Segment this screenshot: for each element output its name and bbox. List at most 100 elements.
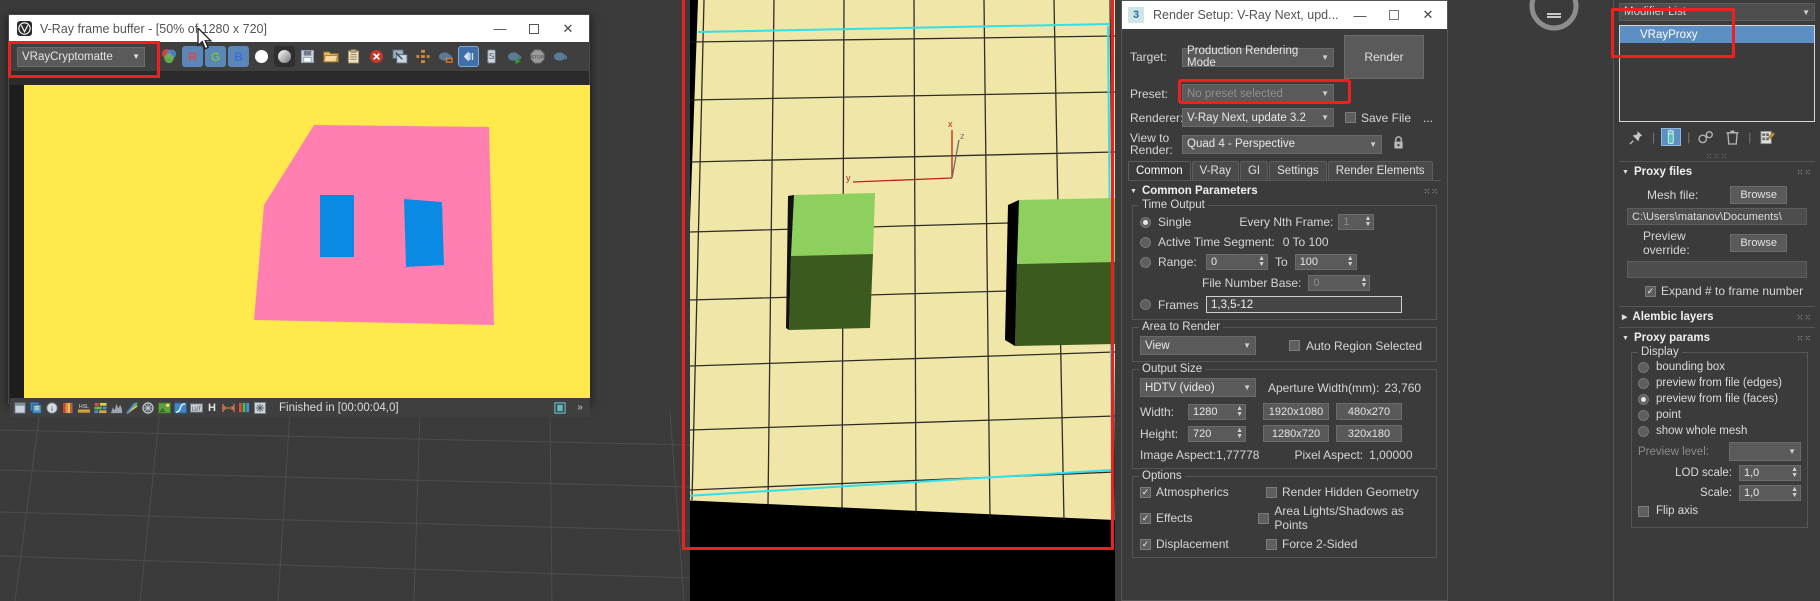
hue-icon[interactable]: H xyxy=(205,401,219,415)
preset-dropdown[interactable]: No preset selected ▼ xyxy=(1182,84,1334,103)
flip-axis-checkbox[interactable]: ✓ xyxy=(1638,505,1649,517)
chevron-double-down-icon[interactable]: » xyxy=(573,401,587,415)
display-option-show-whole-mesh[interactable]: show whole mesh xyxy=(1638,425,1801,437)
duplicate-window-icon[interactable] xyxy=(389,46,410,67)
curve-icon[interactable] xyxy=(109,401,123,415)
tab-gi[interactable]: GI xyxy=(1239,161,1269,180)
rollout-grip-icon[interactable]: ⁙⁙ xyxy=(1797,313,1812,322)
display-option-preview-edges[interactable]: preview from file (edges) xyxy=(1638,377,1801,389)
preview-faces-radio[interactable] xyxy=(1638,393,1649,405)
command-panel[interactable]: Modifier List ▼ VRayProxy | | | ⁙⁙⁙ ▼ Pr… xyxy=(1613,0,1820,601)
vfb-image-canvas[interactable] xyxy=(10,85,590,398)
active-time-segment-radio[interactable] xyxy=(1140,236,1151,248)
modifier-stack[interactable]: VRayProxy xyxy=(1619,25,1815,122)
proxy-params-header[interactable]: ▼ Proxy params ⁙⁙ xyxy=(1619,327,1815,348)
modifier-stack-toolbar[interactable]: | | | xyxy=(1614,122,1820,152)
render-setup-maximize-button[interactable] xyxy=(1377,2,1411,28)
modifier-stack-item-vrayproxy[interactable]: VRayProxy xyxy=(1620,26,1814,43)
render-hidden-geometry-checkbox[interactable]: ✓ xyxy=(1266,486,1277,498)
height-spinner[interactable]: 720 ▲ ▼ xyxy=(1188,425,1246,442)
displacement-checkbox[interactable]: ✓ xyxy=(1140,538,1151,550)
vfb-statusbar[interactable]: i HSL LUT H Finished in [00:00:04,0] » xyxy=(10,398,590,417)
render-setup-close-button[interactable]: ✕ xyxy=(1411,2,1445,28)
width-spinner[interactable]: 1280 ▲ ▼ xyxy=(1188,403,1246,420)
layers-icon[interactable] xyxy=(13,401,27,415)
display-option-preview-faces[interactable]: preview from file (faces) xyxy=(1638,393,1801,405)
renderer-dropdown[interactable]: V-Ray Next, update 3.2 ▼ xyxy=(1182,108,1334,127)
area-to-render-dropdown[interactable]: View ▼ xyxy=(1140,336,1256,355)
red-channel-icon[interactable]: R xyxy=(182,46,203,67)
copy-clipboard-icon[interactable] xyxy=(343,46,364,67)
make-unique-icon[interactable] xyxy=(1696,128,1716,146)
open-image-icon[interactable] xyxy=(320,46,341,67)
rgb-color-icon[interactable] xyxy=(159,46,180,67)
render-setup-minimize-button[interactable]: — xyxy=(1343,2,1377,28)
alpha-grey-icon[interactable] xyxy=(274,46,295,67)
clear-image-icon[interactable] xyxy=(366,46,387,67)
tab-settings[interactable]: Settings xyxy=(1269,161,1327,180)
frames-radio[interactable] xyxy=(1140,299,1151,310)
preset-320x180-button[interactable]: 320x180 xyxy=(1336,425,1402,442)
common-parameters-header[interactable]: ▼ Common Parameters ⁙⁙ xyxy=(1128,181,1441,201)
remove-modifier-icon[interactable] xyxy=(1722,128,1742,146)
render-setup-titlebar[interactable]: 3 Render Setup: V-Ray Next, upd... — ✕ xyxy=(1122,1,1447,29)
preset-1920x1080-button[interactable]: 1920x1080 xyxy=(1263,403,1329,420)
rollout-grip-icon[interactable]: ⁙⁙ xyxy=(1797,334,1812,343)
info-icon[interactable]: i xyxy=(45,401,59,415)
force-2-sided-checkbox[interactable]: ✓ xyxy=(1266,538,1277,550)
render-button[interactable]: Render xyxy=(1344,35,1424,79)
rgb-bars-icon[interactable] xyxy=(237,401,251,415)
filmic-curve-icon[interactable] xyxy=(173,401,187,415)
every-nth-frame-spinner[interactable]: 1 ▲ ▼ xyxy=(1338,214,1375,230)
point-radio[interactable] xyxy=(1638,409,1649,421)
teapot-play-icon[interactable] xyxy=(504,46,525,67)
area-lights-shadows-checkbox[interactable]: ✓ xyxy=(1258,512,1270,524)
rollout-grip-icon[interactable]: ⁙⁙ xyxy=(1424,187,1439,196)
vfb-toolbar[interactable]: VRayCryptomatte ▼ R G B S STOP xyxy=(9,42,589,71)
display-option-bounding-box[interactable]: bounding box xyxy=(1638,361,1801,373)
hsl-icon[interactable]: HSL xyxy=(77,401,91,415)
range-to-spinner[interactable]: 100 ▲ ▼ xyxy=(1294,254,1357,270)
vray-frame-buffer-window[interactable]: V-Ray frame buffer - [50% of 1280 x 720]… xyxy=(8,14,590,417)
save-file-browse-button[interactable]: ... xyxy=(1423,111,1433,125)
output-size-preset-dropdown[interactable]: HDTV (video) ▼ xyxy=(1140,378,1256,397)
proxy-files-rollout[interactable]: ▼ Proxy files ⁙⁙ Mesh file: Browse C:\Us… xyxy=(1619,161,1815,298)
preview-override-path-input[interactable] xyxy=(1627,261,1807,278)
panel-resize-grip[interactable]: ⁙⁙⁙ xyxy=(1614,152,1820,161)
display-option-point[interactable]: point xyxy=(1638,409,1801,421)
teapot-last-icon[interactable] xyxy=(550,46,571,67)
background-icon[interactable] xyxy=(157,401,171,415)
rollout-grip-icon[interactable]: ⁙⁙ xyxy=(1797,168,1812,177)
stereo-icon[interactable] xyxy=(458,46,479,67)
preset-1280x720-button[interactable]: 1280x720 xyxy=(1263,425,1329,442)
lut-rainbow-icon[interactable] xyxy=(125,401,139,415)
single-radio[interactable] xyxy=(1140,216,1151,228)
tab-render-elements[interactable]: Render Elements xyxy=(1327,161,1433,180)
denoise-icon[interactable] xyxy=(253,401,267,415)
preview-override-browse-button[interactable]: Browse xyxy=(1730,234,1787,252)
modifier-list-dropdown[interactable]: Modifier List ▼ xyxy=(1619,3,1815,21)
white-balance-icon[interactable] xyxy=(141,401,155,415)
tab-common[interactable]: Common xyxy=(1128,161,1191,180)
lod-scale-spinner[interactable]: 1,0 ▲ ▼ xyxy=(1739,465,1801,481)
atmospherics-checkbox[interactable]: ✓ xyxy=(1140,486,1151,498)
file-number-base-spinner[interactable]: 0 ▲ ▼ xyxy=(1308,275,1371,291)
view-to-render-dropdown[interactable]: Quad 4 - Perspective ▼ xyxy=(1182,134,1382,154)
show-whole-mesh-radio[interactable] xyxy=(1638,425,1649,437)
level-icon[interactable] xyxy=(221,401,235,415)
blue-channel-icon[interactable]: B xyxy=(228,46,249,67)
save-image-icon[interactable] xyxy=(297,46,318,67)
region-render-icon[interactable] xyxy=(412,46,433,67)
mesh-file-path-input[interactable]: C:\Users\matanov\Documents\ xyxy=(1627,208,1807,225)
target-dropdown[interactable]: Production Rendering Mode ▼ xyxy=(1182,45,1334,69)
expand-frame-number-checkbox[interactable]: ✓ xyxy=(1645,285,1656,297)
mesh-file-browse-button[interactable]: Browse xyxy=(1730,186,1787,204)
vfb-titlebar[interactable]: V-Ray frame buffer - [50% of 1280 x 720]… xyxy=(9,15,589,42)
green-channel-icon[interactable]: G xyxy=(205,46,226,67)
script-icon[interactable]: S xyxy=(481,46,502,67)
exposure-icon[interactable] xyxy=(61,401,75,415)
show-end-result-icon[interactable] xyxy=(1661,128,1682,146)
vfb-maximize-button[interactable] xyxy=(517,16,551,42)
stop-icon[interactable]: STOP xyxy=(527,46,548,67)
render-setup-dialog[interactable]: 3 Render Setup: V-Ray Next, upd... — ✕ T… xyxy=(1121,0,1448,601)
